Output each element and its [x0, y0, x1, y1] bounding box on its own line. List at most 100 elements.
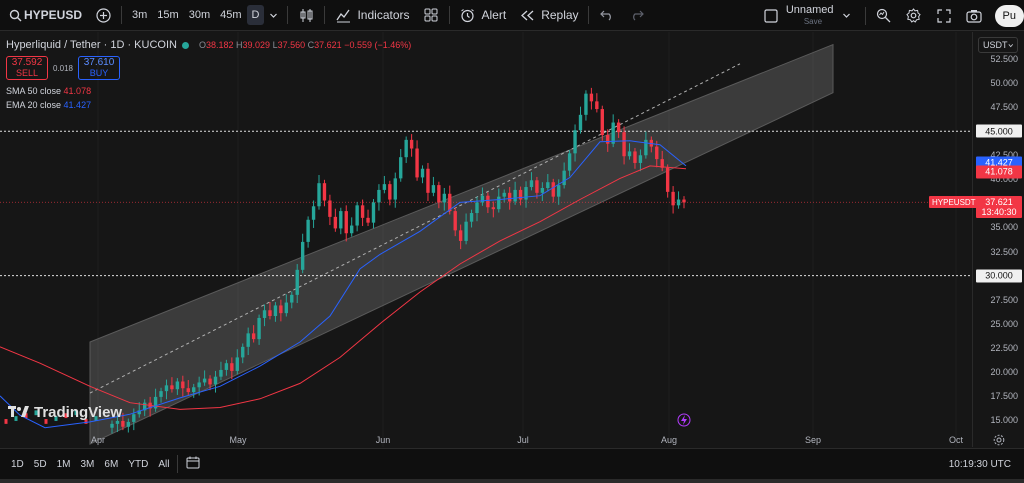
redo-button[interactable]: [622, 0, 652, 31]
interval-3m[interactable]: 3m: [127, 9, 152, 21]
price-tick: 20.000: [990, 366, 1018, 377]
candle: [420, 168, 425, 178]
settings-button[interactable]: [899, 0, 929, 31]
time-tick: Oct: [948, 435, 964, 445]
range-6m[interactable]: 6M: [99, 459, 123, 470]
interval-d[interactable]: D: [246, 5, 265, 25]
candle: [197, 382, 201, 388]
search-chart-icon: [875, 7, 893, 25]
channel-midline: [89, 63, 741, 394]
time-tick: Aug: [660, 435, 678, 445]
price-tick: 17.500: [990, 390, 1018, 401]
candle: [409, 139, 414, 149]
candle: [268, 310, 272, 317]
chevron-down-icon[interactable]: [264, 6, 282, 24]
candle: [350, 225, 354, 234]
candle: [208, 378, 212, 385]
trade-buttons: 37.592 SELL 0.018 37.610 BUY: [6, 56, 411, 80]
templates-button[interactable]: [416, 0, 446, 31]
price-tick: 15.000: [990, 415, 1018, 425]
layout-status: Save: [803, 16, 823, 26]
candle: [110, 423, 114, 428]
interval-15m[interactable]: 15m: [152, 9, 183, 21]
currency-selector[interactable]: USDT: [978, 37, 1018, 53]
bottom-toolbar: 1D 5D 1M 3M 6M YTD All 10:19:30 UTC: [0, 448, 1024, 479]
candle: [388, 184, 392, 200]
currency-label: USDT: [983, 40, 1008, 50]
candle: [644, 139, 648, 156]
candle: [126, 421, 131, 427]
divider: [324, 6, 326, 24]
rewind-icon: [518, 6, 536, 24]
price-scale[interactable]: 52.50050.00047.50042.50040.00037.50035.0…: [972, 32, 1024, 447]
quick-search-button[interactable]: [869, 0, 899, 31]
range-all[interactable]: All: [153, 459, 174, 470]
fullscreen-icon: [935, 7, 953, 25]
indicators-label: Indicators: [357, 8, 410, 22]
candle: [676, 199, 681, 206]
candle: [175, 381, 180, 390]
range-3m[interactable]: 3M: [76, 459, 100, 470]
calendar-icon: [186, 456, 200, 469]
add-symbol-button[interactable]: [88, 0, 118, 31]
replay-button[interactable]: Replay: [512, 0, 584, 31]
price-tick: 22.500: [990, 342, 1018, 353]
candle: [202, 378, 207, 383]
candle: [497, 196, 501, 210]
candle: [192, 387, 196, 393]
candle: [121, 420, 125, 427]
sma-legend[interactable]: SMA 50 close 41.078: [6, 86, 411, 96]
range-ytd[interactable]: YTD: [123, 459, 153, 470]
ema-legend[interactable]: EMA 20 close 41.427: [6, 100, 411, 110]
legend-title[interactable]: Hyperliquid / Tether · 1D · KUCOIN: [6, 39, 177, 51]
symbol-search[interactable]: HYPEUSD: [0, 0, 88, 31]
candle: [655, 146, 659, 160]
candle: [159, 391, 163, 397]
candle: [633, 151, 637, 163]
layout-button[interactable]: Unnamed Save: [756, 0, 862, 31]
candle: [360, 205, 365, 218]
candle: [627, 151, 632, 157]
market-status-icon: [181, 41, 189, 49]
range-1m[interactable]: 1M: [52, 459, 76, 470]
clock[interactable]: 10:19:30 UTC: [944, 459, 1016, 470]
undo-button[interactable]: [592, 0, 622, 31]
interval-group: 3m 15m 30m 45m D: [125, 0, 284, 31]
candle: [257, 317, 261, 340]
publish-button[interactable]: Pu: [989, 0, 1024, 31]
legend-title-row: Hyperliquid / Tether · 1D · KUCOIN O38.1…: [6, 38, 411, 52]
candle: [300, 241, 305, 270]
price-tick: 35.000: [990, 222, 1018, 233]
candle: [399, 157, 403, 179]
candle: [567, 153, 572, 171]
indicators-button[interactable]: Indicators: [328, 0, 415, 31]
candle: [562, 170, 566, 186]
range-5d[interactable]: 5D: [29, 459, 52, 470]
alert-button[interactable]: Alert: [453, 0, 513, 31]
fullscreen-button[interactable]: [929, 0, 959, 31]
interval-30m[interactable]: 30m: [184, 9, 215, 21]
candle: [551, 182, 555, 197]
sell-button[interactable]: 37.592 SELL: [6, 56, 48, 80]
candle: [573, 130, 577, 154]
tradingview-mark-icon: [8, 405, 30, 421]
tradingview-logo: TradingView: [8, 404, 122, 421]
axis-settings-button[interactable]: [993, 434, 1005, 449]
date-range-button[interactable]: [181, 456, 205, 472]
candle: [213, 376, 218, 385]
interval-45m[interactable]: 45m: [215, 9, 246, 21]
camera-icon: [965, 7, 983, 25]
candle: [431, 185, 436, 193]
redo-icon: [628, 6, 646, 24]
buy-button[interactable]: 37.610 BUY: [78, 56, 120, 80]
snapshot-button[interactable]: [959, 0, 989, 31]
chart-type-button[interactable]: [291, 0, 321, 31]
candle: [393, 178, 397, 200]
candle: [224, 363, 229, 370]
candle: [464, 221, 468, 241]
time-tick: Sep: [804, 435, 822, 445]
range-1d[interactable]: 1D: [6, 459, 29, 470]
candle: [306, 219, 310, 242]
candle: [235, 357, 239, 371]
gear-icon: [993, 434, 1005, 446]
